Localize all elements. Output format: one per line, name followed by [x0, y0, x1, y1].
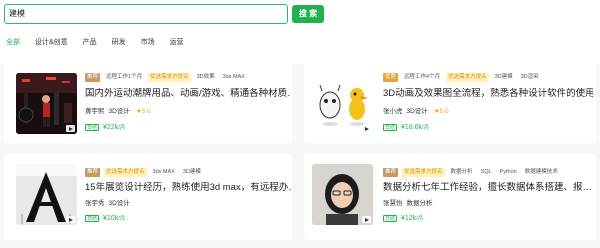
- talent-name: 黄宇熙: [85, 108, 105, 115]
- card-tags: 推荐 远程工作1个月 优选需求方提名 3D效果 3ds MAX: [85, 72, 251, 82]
- video-play-icon[interactable]: [66, 216, 75, 223]
- card-title[interactable]: 15年展览设计经历，熟练使用3d max，有远程办…: [85, 182, 291, 194]
- portfolio-thumbnail[interactable]: [16, 73, 77, 134]
- tag: 3D建模: [494, 73, 513, 80]
- card-meta: 张小虎 3D设计 ★5.0: [383, 107, 449, 116]
- portfolio-thumbnail[interactable]: [312, 164, 373, 225]
- video-play-icon[interactable]: [66, 125, 75, 132]
- tag: 3ds MAX: [152, 168, 175, 175]
- price: ¥12k/月: [401, 215, 424, 222]
- tab-ops[interactable]: 运营: [170, 37, 184, 49]
- pay-type-badge: 日结: [383, 214, 398, 222]
- tag-nominated: 优选需求方提名: [104, 167, 147, 177]
- price-row: 日结 ¥16.6k/月: [383, 122, 429, 132]
- talent-name: 张宇秀: [85, 200, 105, 207]
- talent-card[interactable]: 优秀 远程工作4个月 优选需求方提名 3D建模 3D渲染 3D动画及效果图全流程…: [304, 63, 596, 143]
- tag: SQL: [480, 168, 492, 175]
- excellent-badge: 优秀: [383, 72, 399, 82]
- tag: 数据建模技术: [524, 168, 558, 175]
- price-row: 日结 ¥12k/月: [383, 213, 423, 223]
- tab-all[interactable]: 全部: [6, 37, 20, 49]
- price-row: 日结 ¥10k/月: [85, 213, 125, 223]
- recommend-badge: 推荐: [383, 167, 399, 177]
- card-tags: 推荐 优选需求方提名 数据分析 SQL Python 数据建模技术: [383, 167, 564, 177]
- tab-market[interactable]: 市场: [141, 37, 155, 49]
- tag-nominated: 优选需求方提名: [446, 72, 489, 82]
- card-title[interactable]: 数据分析七年工作经验，擅长数据体系搭建、报…: [383, 182, 593, 194]
- card-tags: 推荐 优选需求方提名 3ds MAX 3D建模: [85, 167, 207, 177]
- tag: 远程工作1个月: [106, 73, 143, 80]
- tag: 远程工作4个月: [404, 73, 441, 80]
- portfolio-thumbnail[interactable]: [16, 164, 77, 225]
- search-input[interactable]: 建模: [4, 4, 288, 24]
- top-bar: 建模 搜 索 全部 设计&创意 产品 研发 市场 运营: [0, 0, 600, 64]
- skill-label: 3D设计: [406, 108, 428, 115]
- tag: 3D渲染: [520, 73, 539, 80]
- recommend-badge: 推荐: [85, 72, 101, 82]
- pay-type-badge: 日结: [85, 123, 100, 131]
- category-tabs: 全部 设计&创意 产品 研发 市场 运营: [6, 37, 199, 49]
- tab-design[interactable]: 设计&创意: [35, 37, 68, 49]
- talent-card[interactable]: 推荐 远程工作1个月 优选需求方提名 3D效果 3ds MAX 国内外运动潮牌用…: [4, 63, 292, 143]
- video-play-icon[interactable]: [362, 125, 371, 132]
- tab-product[interactable]: 产品: [83, 37, 97, 49]
- pay-type-badge: 日结: [383, 123, 398, 131]
- card-meta: 张慧怡 数据分析: [383, 199, 433, 208]
- talent-card[interactable]: 推荐 优选需求方提名 数据分析 SQL Python 数据建模技术 数据分析七年…: [304, 154, 596, 240]
- search-button[interactable]: 搜 索: [292, 5, 324, 23]
- tag: 3ds MAX: [222, 73, 245, 80]
- tag: 数据分析: [450, 168, 473, 175]
- tab-dev[interactable]: 研发: [112, 37, 126, 49]
- tag-nominated: 优选需求方提名: [148, 72, 191, 82]
- tag: Python: [499, 168, 517, 175]
- card-title[interactable]: 3D动画及效果图全流程，熟悉各种设计软件的使用: [383, 88, 593, 100]
- talent-name: 张慧怡: [383, 200, 403, 207]
- video-play-icon[interactable]: [362, 216, 371, 223]
- skill-label: 数据分析: [406, 200, 433, 207]
- card-title[interactable]: 国内外运动潮牌用品、动画/游戏、精通各种材质…: [85, 88, 291, 100]
- rating: ★5.0: [433, 108, 449, 115]
- price: ¥10k/月: [103, 215, 126, 222]
- talent-card[interactable]: 推荐 优选需求方提名 3ds MAX 3D建模 15年展览设计经历，熟练使用3d…: [4, 154, 292, 240]
- tag-nominated: 优选需求方提名: [402, 167, 445, 177]
- card-meta: 张宇秀 3D设计: [85, 199, 130, 208]
- price: ¥22k/月: [103, 124, 126, 131]
- recommend-badge: 推荐: [85, 167, 101, 177]
- card-tags: 优秀 远程工作4个月 优选需求方提名 3D建模 3D渲染: [383, 72, 545, 82]
- skill-label: 3D设计: [108, 200, 130, 207]
- card-meta: 黄宇熙 3D设计 ★5.0: [85, 107, 151, 116]
- price: ¥16.6k/月: [401, 124, 430, 131]
- pay-type-badge: 日结: [85, 214, 100, 222]
- talent-name: 张小虎: [383, 108, 403, 115]
- price-row: 日结 ¥22k/月: [85, 122, 125, 132]
- tag: 3D效果: [196, 73, 215, 80]
- skill-label: 3D设计: [108, 108, 130, 115]
- tag: 3D建模: [182, 168, 201, 175]
- rating: ★5.0: [135, 108, 151, 115]
- portfolio-thumbnail[interactable]: [312, 73, 373, 134]
